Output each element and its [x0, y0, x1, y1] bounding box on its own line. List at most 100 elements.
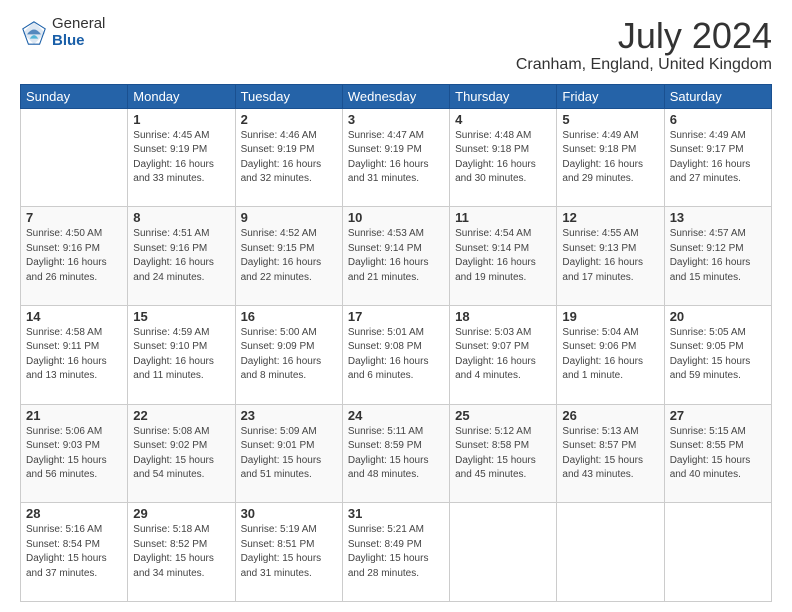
- calendar-cell: 13Sunrise: 4:57 AM Sunset: 9:12 PM Dayli…: [664, 207, 771, 306]
- day-info: Sunrise: 4:57 AM Sunset: 9:12 PM Dayligh…: [670, 227, 766, 285]
- week-row-4: 21Sunrise: 5:06 AM Sunset: 9:03 PM Dayli…: [21, 404, 772, 503]
- day-info: Sunrise: 4:45 AM Sunset: 9:19 PM Dayligh…: [133, 129, 229, 187]
- day-info: Sunrise: 4:49 AM Sunset: 9:18 PM Dayligh…: [562, 129, 658, 187]
- day-info: Sunrise: 5:12 AM Sunset: 8:58 PM Dayligh…: [455, 425, 551, 483]
- calendar-cell: 24 Sunrise: 5:11 AM Sunset: 8:59 PM Dayli…: [342, 404, 449, 503]
- day-info: Sunrise: 5:00 AM Sunset: 9:09 PM Dayligh…: [241, 326, 337, 384]
- calendar-cell: 17 Sunrise: 5:01 AM Sunset: 9:08 PM Dayli…: [342, 305, 449, 404]
- logo-blue: Blue: [52, 33, 105, 50]
- day-header-sunday: Sunday: [21, 84, 128, 108]
- day-number: 11: [455, 210, 551, 225]
- calendar-table: SundayMondayTuesdayWednesdayThursdayFrid…: [20, 84, 772, 602]
- location-subtitle: Cranham, England, United Kingdom: [516, 56, 772, 74]
- calendar-cell: 10 Sunrise: 4:53 AM Sunset: 9:14 PM Dayli…: [342, 207, 449, 306]
- day-number: 6: [670, 112, 766, 127]
- day-number: 24: [348, 408, 444, 423]
- calendar-cell: 2 Sunrise: 4:46 AM Sunset: 9:19 PM Daylig…: [235, 108, 342, 207]
- calendar-cell: 21Sunrise: 5:06 AM Sunset: 9:03 PM Dayli…: [21, 404, 128, 503]
- calendar-cell: 18 Sunrise: 5:03 AM Sunset: 9:07 PM Dayli…: [450, 305, 557, 404]
- day-number: 22: [133, 408, 229, 423]
- day-number: 5: [562, 112, 658, 127]
- day-info: Sunrise: 4:55 AM Sunset: 9:13 PM Dayligh…: [562, 227, 658, 285]
- day-number: 12: [562, 210, 658, 225]
- calendar-cell: 20 Sunrise: 5:05 AM Sunset: 9:05 PM Dayli…: [664, 305, 771, 404]
- day-number: 8: [133, 210, 229, 225]
- day-number: 16: [241, 309, 337, 324]
- day-number: 23: [241, 408, 337, 423]
- day-number: 14: [26, 309, 122, 324]
- day-info: Sunrise: 5:05 AM Sunset: 9:05 PM Dayligh…: [670, 326, 766, 384]
- calendar-cell: 14 Sunrise: 4:58 AM Sunset: 9:11 PM Dayli…: [21, 305, 128, 404]
- calendar-cell: 1 Sunrise: 4:45 AM Sunset: 9:19 PM Daylig…: [128, 108, 235, 207]
- day-info: Sunrise: 5:15 AM Sunset: 8:55 PM Dayligh…: [670, 425, 766, 483]
- calendar-cell: 16 Sunrise: 5:00 AM Sunset: 9:09 PM Dayli…: [235, 305, 342, 404]
- logo-icon: [20, 19, 48, 47]
- logo-text: General Blue: [52, 16, 105, 49]
- day-info: Sunrise: 4:50 AM Sunset: 9:16 PM Dayligh…: [26, 227, 122, 285]
- header-row: SundayMondayTuesdayWednesdayThursdayFrid…: [21, 84, 772, 108]
- day-number: 10: [348, 210, 444, 225]
- calendar-cell: 27Sunrise: 5:15 AM Sunset: 8:55 PM Dayli…: [664, 404, 771, 503]
- day-info: Sunrise: 5:06 AM Sunset: 9:03 PM Dayligh…: [26, 425, 122, 483]
- day-header-saturday: Saturday: [664, 84, 771, 108]
- day-number: 29: [133, 506, 229, 521]
- day-header-friday: Friday: [557, 84, 664, 108]
- day-number: 15: [133, 309, 229, 324]
- day-info: Sunrise: 5:11 AM Sunset: 8:59 PM Dayligh…: [348, 425, 444, 483]
- calendar-cell: 8 Sunrise: 4:51 AM Sunset: 9:16 PM Daylig…: [128, 207, 235, 306]
- day-info: Sunrise: 4:59 AM Sunset: 9:10 PM Dayligh…: [133, 326, 229, 384]
- calendar-cell: 6 Sunrise: 4:49 AM Sunset: 9:17 PM Daylig…: [664, 108, 771, 207]
- day-info: Sunrise: 4:54 AM Sunset: 9:14 PM Dayligh…: [455, 227, 551, 285]
- day-info: Sunrise: 4:53 AM Sunset: 9:14 PM Dayligh…: [348, 227, 444, 285]
- calendar-cell: 30Sunrise: 5:19 AM Sunset: 8:51 PM Dayli…: [235, 503, 342, 602]
- day-number: 7: [26, 210, 122, 225]
- calendar-cell: 11 Sunrise: 4:54 AM Sunset: 9:14 PM Dayli…: [450, 207, 557, 306]
- calendar-cell: [664, 503, 771, 602]
- logo: General Blue: [20, 16, 105, 49]
- day-info: Sunrise: 4:49 AM Sunset: 9:17 PM Dayligh…: [670, 129, 766, 187]
- calendar-cell: 31 Sunrise: 5:21 AM Sunset: 8:49 PM Dayli…: [342, 503, 449, 602]
- week-row-5: 28Sunrise: 5:16 AM Sunset: 8:54 PM Dayli…: [21, 503, 772, 602]
- day-info: Sunrise: 5:01 AM Sunset: 9:08 PM Dayligh…: [348, 326, 444, 384]
- day-number: 20: [670, 309, 766, 324]
- day-number: 19: [562, 309, 658, 324]
- day-info: Sunrise: 4:58 AM Sunset: 9:11 PM Dayligh…: [26, 326, 122, 384]
- calendar-cell: 22 Sunrise: 5:08 AM Sunset: 9:02 PM Dayli…: [128, 404, 235, 503]
- day-info: Sunrise: 5:04 AM Sunset: 9:06 PM Dayligh…: [562, 326, 658, 384]
- day-number: 31: [348, 506, 444, 521]
- calendar-cell: 23 Sunrise: 5:09 AM Sunset: 9:01 PM Dayli…: [235, 404, 342, 503]
- day-info: Sunrise: 5:08 AM Sunset: 9:02 PM Dayligh…: [133, 425, 229, 483]
- day-info: Sunrise: 4:47 AM Sunset: 9:19 PM Dayligh…: [348, 129, 444, 187]
- calendar-cell: 25Sunrise: 5:12 AM Sunset: 8:58 PM Dayli…: [450, 404, 557, 503]
- day-number: 2: [241, 112, 337, 127]
- day-info: Sunrise: 5:09 AM Sunset: 9:01 PM Dayligh…: [241, 425, 337, 483]
- calendar-cell: 5 Sunrise: 4:49 AM Sunset: 9:18 PM Daylig…: [557, 108, 664, 207]
- day-number: 18: [455, 309, 551, 324]
- day-info: Sunrise: 5:18 AM Sunset: 8:52 PM Dayligh…: [133, 523, 229, 581]
- calendar-cell: [21, 108, 128, 207]
- day-header-tuesday: Tuesday: [235, 84, 342, 108]
- day-info: Sunrise: 5:03 AM Sunset: 9:07 PM Dayligh…: [455, 326, 551, 384]
- day-header-thursday: Thursday: [450, 84, 557, 108]
- day-info: Sunrise: 5:13 AM Sunset: 8:57 PM Dayligh…: [562, 425, 658, 483]
- day-info: Sunrise: 4:46 AM Sunset: 9:19 PM Dayligh…: [241, 129, 337, 187]
- logo-general: General: [52, 16, 105, 33]
- day-info: Sunrise: 5:16 AM Sunset: 8:54 PM Dayligh…: [26, 523, 122, 581]
- calendar-cell: 26Sunrise: 5:13 AM Sunset: 8:57 PM Dayli…: [557, 404, 664, 503]
- day-info: Sunrise: 4:52 AM Sunset: 9:15 PM Dayligh…: [241, 227, 337, 285]
- calendar-cell: 7 Sunrise: 4:50 AM Sunset: 9:16 PM Daylig…: [21, 207, 128, 306]
- week-row-1: 1 Sunrise: 4:45 AM Sunset: 9:19 PM Daylig…: [21, 108, 772, 207]
- day-number: 17: [348, 309, 444, 324]
- calendar-cell: 29 Sunrise: 5:18 AM Sunset: 8:52 PM Dayli…: [128, 503, 235, 602]
- day-number: 30: [241, 506, 337, 521]
- week-row-2: 7 Sunrise: 4:50 AM Sunset: 9:16 PM Daylig…: [21, 207, 772, 306]
- day-number: 1: [133, 112, 229, 127]
- calendar-cell: [450, 503, 557, 602]
- week-row-3: 14 Sunrise: 4:58 AM Sunset: 9:11 PM Dayli…: [21, 305, 772, 404]
- day-info: Sunrise: 4:48 AM Sunset: 9:18 PM Dayligh…: [455, 129, 551, 187]
- day-info: Sunrise: 4:51 AM Sunset: 9:16 PM Dayligh…: [133, 227, 229, 285]
- calendar-cell: 28Sunrise: 5:16 AM Sunset: 8:54 PM Dayli…: [21, 503, 128, 602]
- calendar-cell: 15 Sunrise: 4:59 AM Sunset: 9:10 PM Dayli…: [128, 305, 235, 404]
- day-number: 4: [455, 112, 551, 127]
- day-info: Sunrise: 5:21 AM Sunset: 8:49 PM Dayligh…: [348, 523, 444, 581]
